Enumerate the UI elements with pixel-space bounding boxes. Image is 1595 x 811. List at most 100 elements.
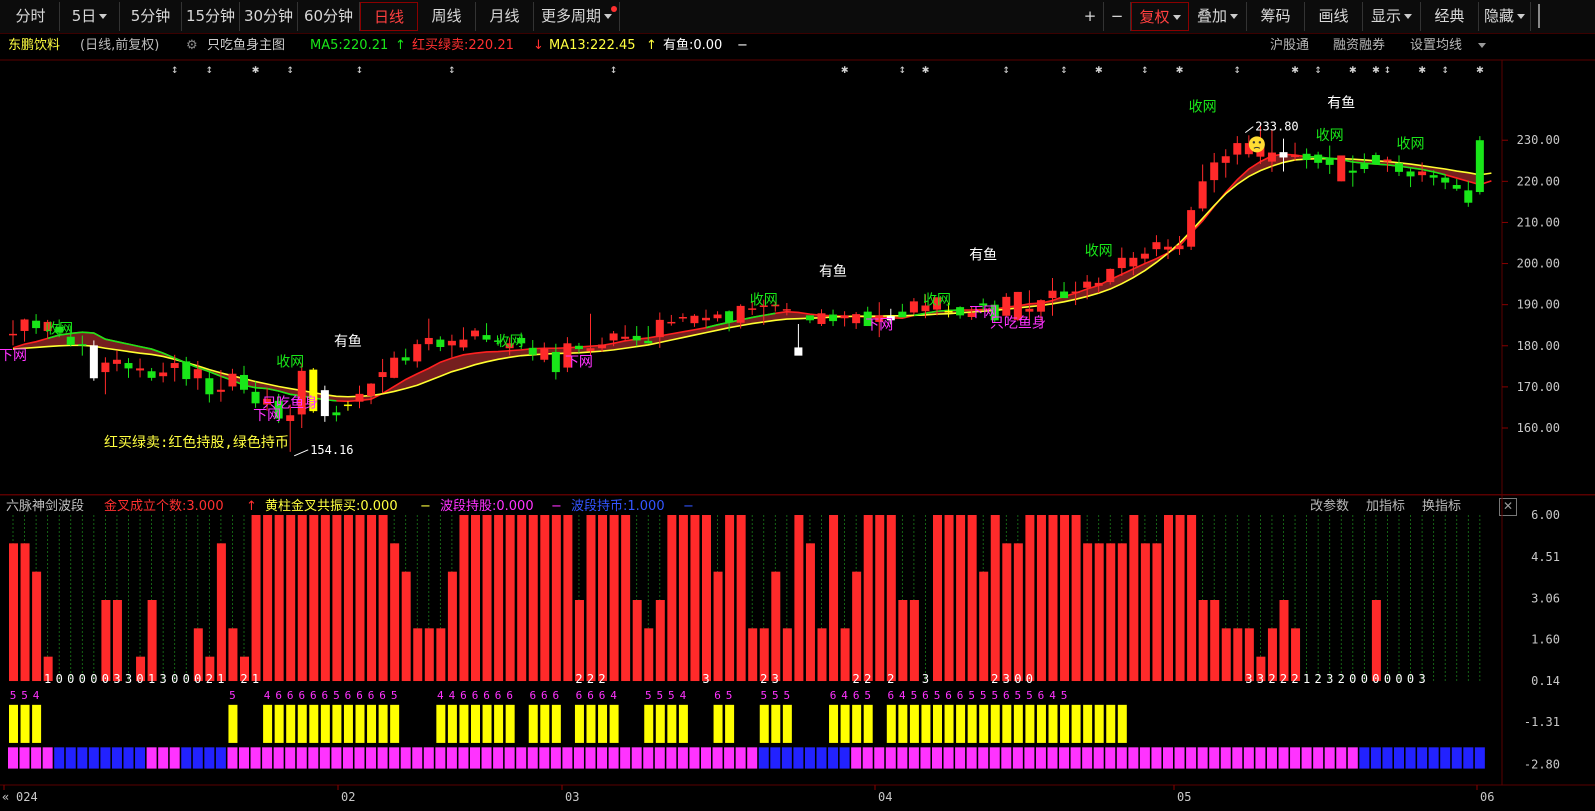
candle-body bbox=[967, 312, 976, 317]
candle-body bbox=[112, 359, 121, 364]
candle-body bbox=[990, 304, 999, 321]
top-signal-marker: ↕ bbox=[171, 62, 178, 76]
candle-body bbox=[933, 297, 941, 310]
period-tab[interactable]: 5分钟 bbox=[120, 2, 182, 31]
indicator-bar bbox=[193, 628, 203, 682]
change-params-link[interactable]: 改参数 bbox=[1310, 495, 1349, 519]
candle-body bbox=[598, 344, 607, 349]
position-state-bar bbox=[666, 747, 677, 769]
yellow-signal-digit: 4 bbox=[33, 689, 40, 702]
yellow-signal-bar bbox=[367, 704, 377, 743]
scrollbar-handle[interactable] bbox=[1538, 4, 1540, 28]
indicator-bar bbox=[1117, 543, 1127, 682]
position-state-bar bbox=[366, 747, 377, 769]
indicator-bar bbox=[644, 628, 654, 682]
position-state-bar bbox=[204, 747, 215, 769]
indicator-tick-label: 1.60 bbox=[1531, 633, 1560, 647]
position-state-bar bbox=[100, 747, 111, 769]
candle-body bbox=[101, 362, 110, 373]
indicator-name[interactable]: 六脉神剑波段 bbox=[6, 495, 84, 519]
indicator-title[interactable]: 只吃鱼身主图 bbox=[207, 34, 285, 58]
period-tab[interactable]: 日线 bbox=[360, 2, 418, 31]
position-state-bar bbox=[389, 747, 400, 769]
yellow-signal-bar bbox=[263, 704, 273, 743]
position-state-bar bbox=[724, 747, 735, 769]
indicator-bar bbox=[1013, 543, 1023, 682]
period-tab[interactable]: 60分钟 bbox=[298, 2, 360, 31]
indicator-digit: 2 bbox=[760, 672, 767, 686]
top-signal-marker: ↕ bbox=[287, 62, 294, 76]
yellow-signal-bar bbox=[1013, 704, 1023, 743]
x-axis-label: 02 bbox=[341, 790, 355, 804]
classic-button[interactable]: 经典 bbox=[1421, 2, 1479, 31]
yellow-signal-digit: 6 bbox=[887, 689, 894, 702]
position-state-bar bbox=[643, 747, 654, 769]
indicator-bar bbox=[1221, 628, 1231, 682]
price-tick-label: 200.00 bbox=[1517, 257, 1560, 271]
yellow-signal-bar bbox=[771, 704, 781, 743]
yellow-signal-digit: 6 bbox=[322, 689, 329, 702]
kline-chart[interactable]: 160.00170.00180.00190.00200.00210.00220.… bbox=[0, 0, 1595, 811]
fuquan-button[interactable]: 复权 bbox=[1131, 2, 1189, 31]
hugutong-link[interactable]: 沪股通 bbox=[1270, 34, 1309, 58]
signal-label: 下网 bbox=[865, 317, 893, 333]
period-tab[interactable]: 月线 bbox=[476, 2, 534, 31]
zoom-in-button[interactable]: + bbox=[1077, 2, 1104, 31]
indicator-digit: 2 bbox=[587, 672, 594, 686]
display-button-label: 显示 bbox=[1370, 7, 1401, 25]
period-tab-label: 30分钟 bbox=[243, 7, 294, 25]
candle-body bbox=[563, 343, 572, 368]
position-state-bar bbox=[239, 747, 249, 769]
period-tab[interactable]: 更多周期 bbox=[534, 2, 620, 31]
period-tab[interactable]: 5日 bbox=[60, 2, 120, 31]
position-state-bar bbox=[550, 747, 561, 769]
display-button[interactable]: 显示 bbox=[1363, 2, 1421, 31]
chevron-down-icon bbox=[1404, 14, 1412, 19]
indicator-bar bbox=[551, 515, 561, 682]
chips-button[interactable]: 筹码 bbox=[1247, 2, 1305, 31]
close-icon[interactable]: ✕ bbox=[1499, 498, 1517, 516]
candle-body bbox=[78, 344, 87, 346]
draw-line-button[interactable]: 画线 bbox=[1305, 2, 1363, 31]
yellow-signal-digit: 5 bbox=[645, 689, 652, 702]
candle-body bbox=[1337, 155, 1346, 182]
yellow-signal-digit: 5 bbox=[968, 689, 975, 702]
yellow-signal-bar bbox=[447, 704, 457, 743]
period-tab[interactable]: 30分钟 bbox=[240, 2, 298, 31]
yellow-signal-bar bbox=[886, 704, 896, 743]
zoom-out-button[interactable]: − bbox=[1104, 2, 1131, 31]
double-chevron-left-icon[interactable]: « bbox=[2, 790, 9, 804]
yellow-signal-digit: 6 bbox=[368, 689, 375, 702]
indicator-bar bbox=[112, 600, 122, 682]
indicator-digit: 0 bbox=[1395, 672, 1402, 686]
overlay-button[interactable]: 叠加 bbox=[1189, 2, 1247, 31]
position-state-bar bbox=[862, 747, 873, 769]
position-state-bar bbox=[1370, 747, 1381, 769]
indicator-bar bbox=[609, 515, 619, 682]
dash-icon: − bbox=[420, 499, 431, 514]
top-signal-marker: ✱ bbox=[252, 62, 259, 76]
gear-icon[interactable]: ⚙ bbox=[186, 34, 198, 58]
yellow-signal-bar bbox=[32, 704, 42, 743]
hide-button[interactable]: 隐藏 bbox=[1479, 2, 1531, 31]
period-tab[interactable]: 周线 bbox=[418, 2, 476, 31]
switch-indicator-link[interactable]: 换指标 bbox=[1422, 495, 1461, 519]
add-indicator-link[interactable]: 加指标 bbox=[1366, 495, 1405, 519]
margin-trading-link[interactable]: 融资融券 bbox=[1333, 34, 1385, 58]
chevron-down-icon[interactable] bbox=[1475, 34, 1486, 58]
candle-body bbox=[1441, 177, 1450, 183]
candle-body bbox=[1129, 257, 1138, 267]
indicator-digit: 0 bbox=[1014, 672, 1021, 686]
high-marker-arrow bbox=[1245, 126, 1254, 134]
position-state-bar bbox=[897, 747, 908, 769]
indicator-digit: 2 bbox=[991, 672, 998, 686]
period-tab[interactable]: 分时 bbox=[2, 2, 60, 31]
candle-body bbox=[1475, 140, 1484, 193]
ma-settings-link[interactable]: 设置均线 bbox=[1410, 34, 1462, 58]
indicator-bar bbox=[574, 600, 584, 682]
yellow-signal-digit: 5 bbox=[726, 689, 733, 702]
period-tab[interactable]: 15分钟 bbox=[182, 2, 240, 31]
indicator-bar bbox=[967, 515, 977, 682]
yellow-signal-bar bbox=[9, 704, 18, 743]
candle-body bbox=[1094, 282, 1103, 286]
